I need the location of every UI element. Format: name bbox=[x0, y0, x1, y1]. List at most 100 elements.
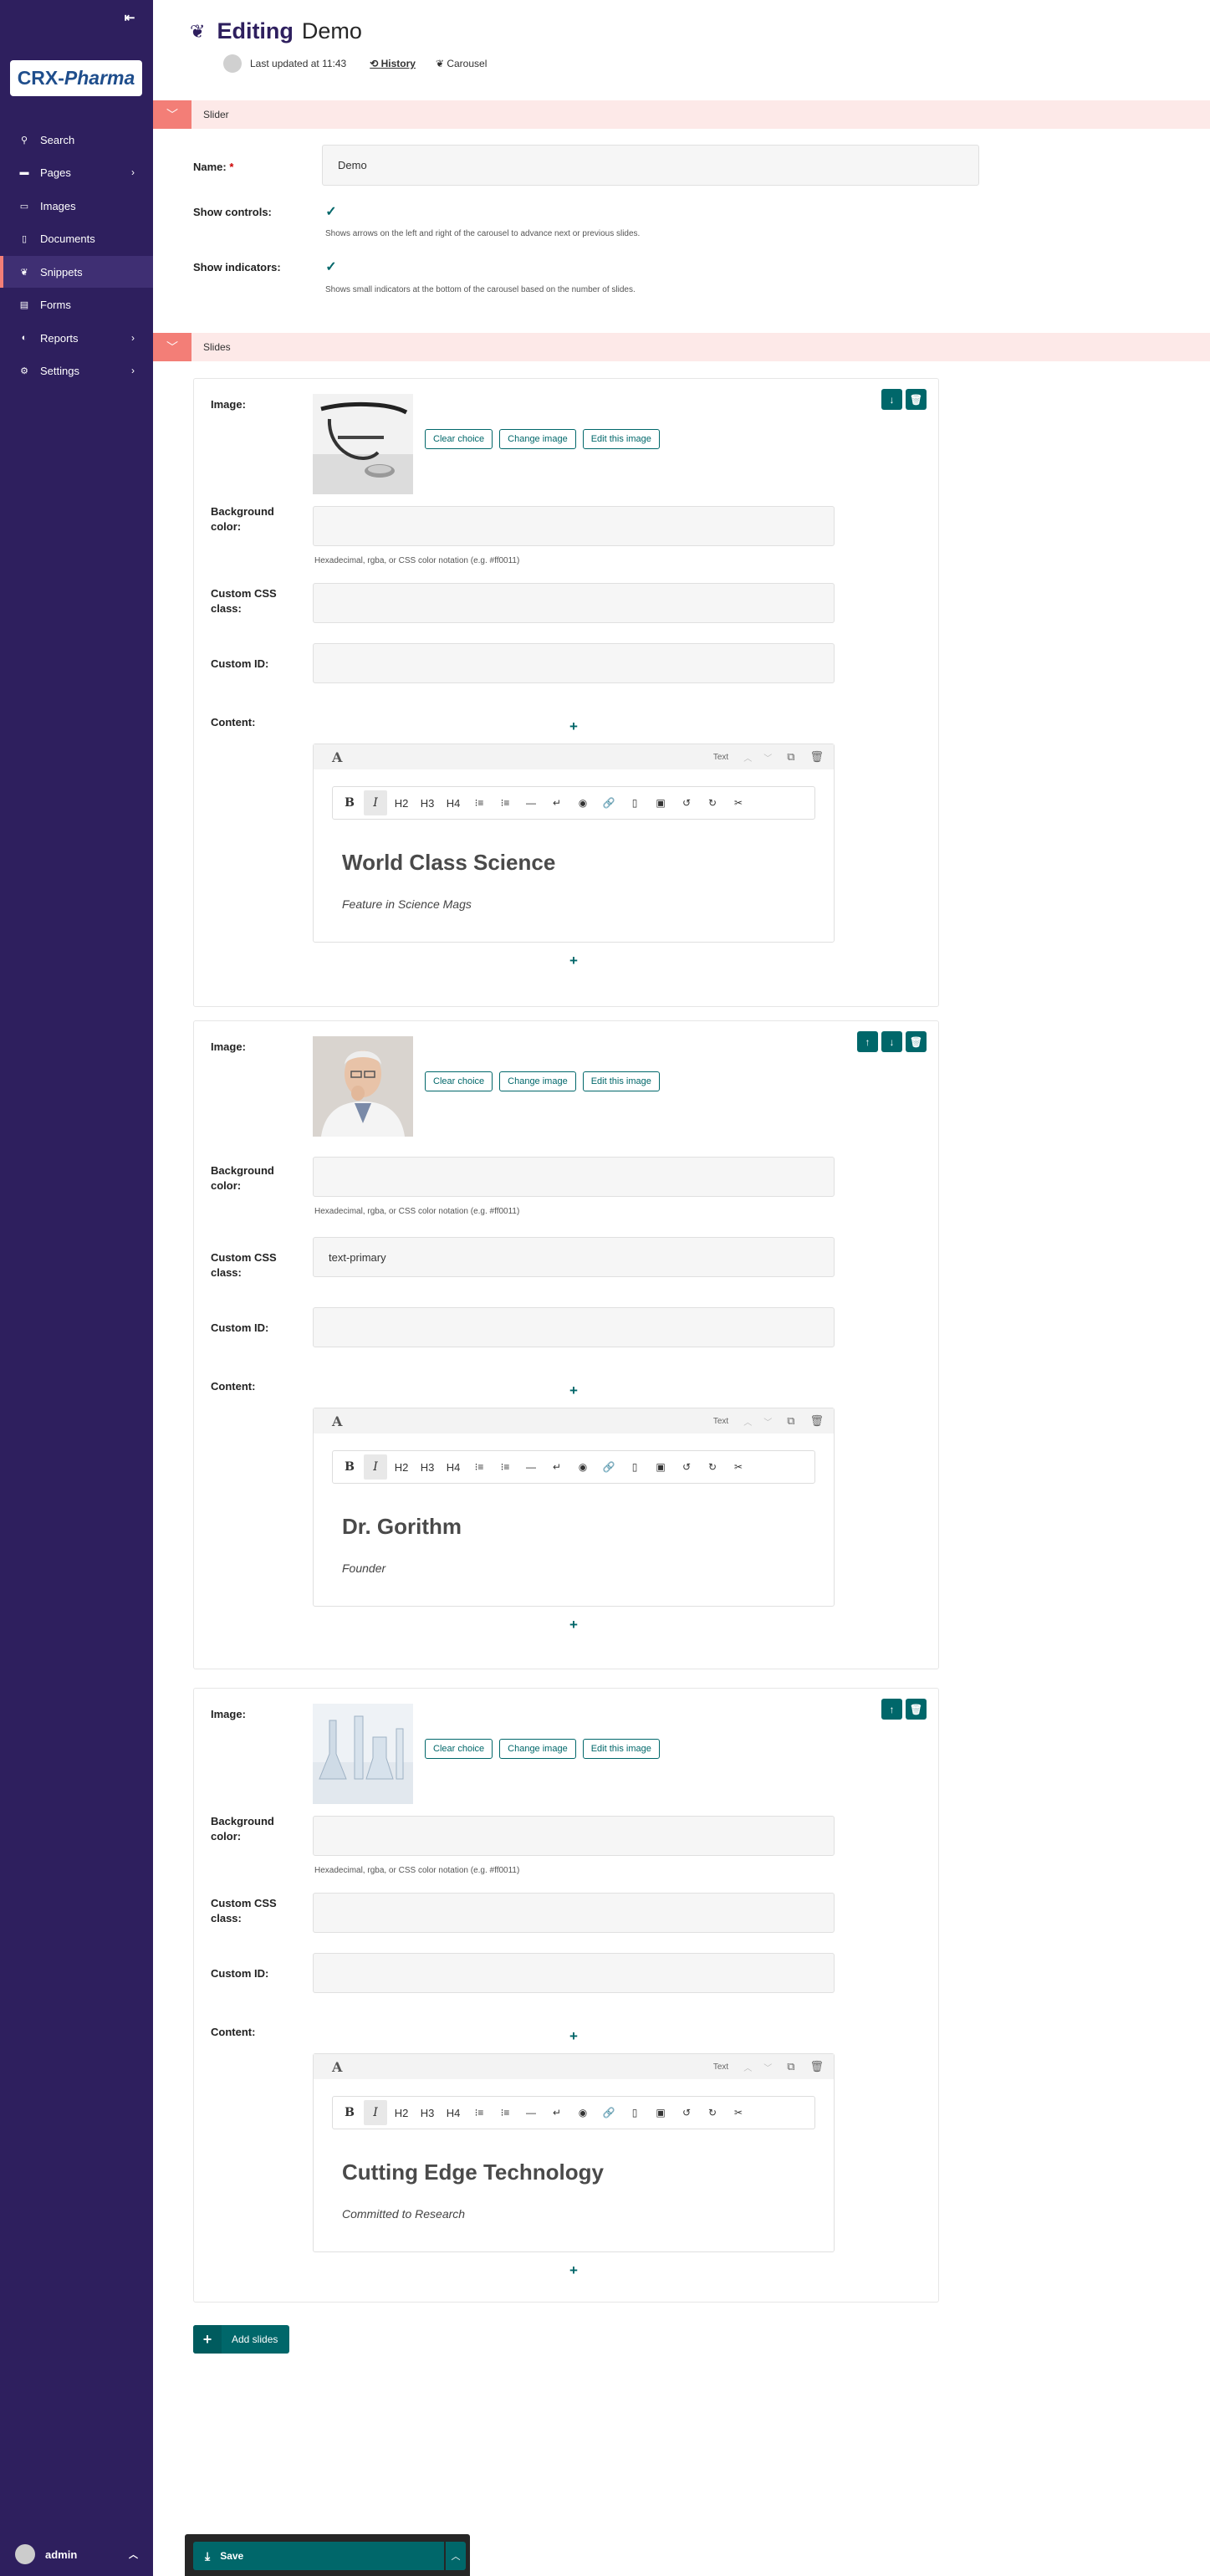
move-down-button[interactable]: ↓ bbox=[881, 389, 902, 410]
line-break-icon[interactable]: ↵ bbox=[545, 790, 569, 815]
italic-button[interactable]: I bbox=[364, 2100, 387, 2125]
image-insert-icon[interactable]: ▣ bbox=[649, 790, 672, 815]
move-down-button[interactable]: ↓ bbox=[881, 1031, 902, 1052]
h2-button[interactable]: H2 bbox=[390, 790, 413, 815]
ordered-list-icon[interactable]: ⁝≡ bbox=[467, 2100, 491, 2125]
content-heading[interactable]: Dr. Gorithm bbox=[342, 1514, 462, 1540]
change-image-button[interactable]: Change image bbox=[499, 1739, 576, 1759]
ordered-list-icon[interactable]: ⁝≡ bbox=[467, 790, 491, 815]
show-indicators-checkbox[interactable]: ✓ bbox=[323, 259, 340, 276]
redo-icon[interactable]: ↻ bbox=[701, 1454, 724, 1480]
link-icon[interactable]: 🔗 bbox=[597, 790, 620, 815]
h4-button[interactable]: H4 bbox=[442, 790, 465, 815]
chevron-down-icon[interactable]: ﹀ bbox=[763, 2061, 772, 2073]
sidebar-item-images[interactable]: ▭ Images bbox=[0, 190, 153, 222]
sidebar-item-pages[interactable]: ▬ Pages › bbox=[0, 156, 153, 188]
h3-button[interactable]: H3 bbox=[416, 2100, 439, 2125]
add-block-icon[interactable]: + bbox=[565, 1617, 582, 1633]
clear-choice-button[interactable]: Clear choice bbox=[425, 1071, 493, 1091]
undo-icon[interactable]: ↺ bbox=[675, 2100, 698, 2125]
chevron-up-icon[interactable]: ︿ bbox=[743, 2061, 752, 2073]
document-link-icon[interactable]: ▯ bbox=[623, 790, 646, 815]
move-up-button[interactable]: ↑ bbox=[881, 1699, 902, 1720]
change-image-button[interactable]: Change image bbox=[499, 1071, 576, 1091]
h3-button[interactable]: H3 bbox=[416, 1454, 439, 1480]
css-class-input[interactable] bbox=[313, 1893, 835, 1933]
content-subheading[interactable]: Feature in Science Mags bbox=[342, 897, 472, 911]
chevron-up-icon[interactable]: ︿ bbox=[743, 1415, 752, 1428]
link-icon[interactable]: 🔗 bbox=[597, 2100, 620, 2125]
logo[interactable]: CRX-Pharma bbox=[10, 60, 142, 96]
bulleted-list-icon[interactable]: ⁝≡ bbox=[493, 1454, 517, 1480]
sidebar-item-reports[interactable]: ◐ Reports › bbox=[0, 322, 153, 354]
custom-id-input[interactable] bbox=[313, 1307, 835, 1347]
doctor-portrait-image[interactable] bbox=[313, 1036, 413, 1137]
ordered-list-icon[interactable]: ⁝≡ bbox=[467, 1454, 491, 1480]
add-block-icon[interactable]: + bbox=[565, 953, 582, 969]
collapse-panel-button[interactable]: ﹀ bbox=[153, 333, 191, 361]
document-link-icon[interactable]: ▯ bbox=[623, 1454, 646, 1480]
horizontal-rule-icon[interactable]: — bbox=[519, 790, 543, 815]
sidebar-item-search[interactable]: ⚲ Search bbox=[0, 124, 153, 156]
link-icon[interactable]: 🔗 bbox=[597, 1454, 620, 1480]
embed-icon[interactable]: ◉ bbox=[571, 2100, 595, 2125]
line-break-icon[interactable]: ↵ bbox=[545, 2100, 569, 2125]
show-controls-checkbox[interactable]: ✓ bbox=[323, 204, 340, 221]
italic-button[interactable]: I bbox=[364, 1454, 387, 1480]
line-break-icon[interactable]: ↵ bbox=[545, 1454, 569, 1480]
collapse-panel-button[interactable]: ﹀ bbox=[153, 100, 191, 129]
more-actions-button[interactable]: ︿ bbox=[446, 2542, 466, 2570]
custom-id-input[interactable] bbox=[313, 1953, 835, 1993]
redo-icon[interactable]: ↻ bbox=[701, 790, 724, 815]
edit-image-button[interactable]: Edit this image bbox=[582, 1739, 660, 1759]
undo-icon[interactable]: ↺ bbox=[675, 790, 698, 815]
delete-block-icon[interactable]: 🗑 bbox=[809, 750, 824, 764]
embed-icon[interactable]: ◉ bbox=[571, 1454, 595, 1480]
background-color-input[interactable] bbox=[313, 506, 835, 546]
h3-button[interactable]: H3 bbox=[416, 790, 439, 815]
clear-format-icon[interactable]: ✂ bbox=[727, 1454, 750, 1480]
duplicate-icon[interactable]: ⧉ bbox=[787, 2060, 794, 2073]
stethoscope-image[interactable] bbox=[313, 394, 413, 494]
content-subheading[interactable]: Founder bbox=[342, 1561, 385, 1575]
edit-image-button[interactable]: Edit this image bbox=[582, 429, 660, 449]
add-block-icon[interactable]: + bbox=[565, 2028, 582, 2045]
change-image-button[interactable]: Change image bbox=[499, 429, 576, 449]
move-up-button[interactable]: ↑ bbox=[857, 1031, 878, 1052]
h2-button[interactable]: H2 bbox=[390, 2100, 413, 2125]
clear-choice-button[interactable]: Clear choice bbox=[425, 429, 493, 449]
delete-block-icon[interactable]: 🗑 bbox=[809, 2060, 824, 2073]
horizontal-rule-icon[interactable]: — bbox=[519, 1454, 543, 1480]
bold-button[interactable]: B bbox=[338, 1454, 361, 1480]
delete-block-icon[interactable]: 🗑 bbox=[809, 1414, 824, 1428]
h4-button[interactable]: H4 bbox=[442, 1454, 465, 1480]
content-subheading[interactable]: Committed to Research bbox=[342, 2207, 465, 2221]
add-block-icon[interactable]: + bbox=[565, 1383, 582, 1399]
history-link[interactable]: ⟲ History bbox=[370, 58, 416, 69]
sidebar-item-documents[interactable]: ▯ Documents bbox=[0, 222, 153, 254]
chevron-down-icon[interactable]: ﹀ bbox=[763, 1415, 772, 1428]
edit-image-button[interactable]: Edit this image bbox=[582, 1071, 660, 1091]
collapse-sidebar-icon[interactable]: ⇤ bbox=[117, 10, 142, 28]
duplicate-icon[interactable]: ⧉ bbox=[787, 1414, 794, 1428]
redo-icon[interactable]: ↻ bbox=[701, 2100, 724, 2125]
bold-button[interactable]: B bbox=[338, 2100, 361, 2125]
image-insert-icon[interactable]: ▣ bbox=[649, 1454, 672, 1480]
clear-format-icon[interactable]: ✂ bbox=[727, 790, 750, 815]
content-heading[interactable]: World Class Science bbox=[342, 850, 555, 876]
background-color-input[interactable] bbox=[313, 1816, 835, 1856]
bulleted-list-icon[interactable]: ⁝≡ bbox=[493, 2100, 517, 2125]
custom-id-input[interactable] bbox=[313, 643, 835, 683]
add-slides-button[interactable]: + Add slides bbox=[193, 2325, 290, 2354]
sidebar-item-settings[interactable]: ⚙ Settings › bbox=[0, 355, 153, 386]
bulleted-list-icon[interactable]: ⁝≡ bbox=[493, 790, 517, 815]
embed-icon[interactable]: ◉ bbox=[571, 790, 595, 815]
bold-button[interactable]: B bbox=[338, 790, 361, 815]
delete-button[interactable]: 🗑 bbox=[906, 1031, 927, 1052]
undo-icon[interactable]: ↺ bbox=[675, 1454, 698, 1480]
css-class-input[interactable] bbox=[313, 583, 835, 623]
background-color-input[interactable] bbox=[313, 1157, 835, 1197]
italic-button[interactable]: I bbox=[364, 790, 387, 815]
content-heading[interactable]: Cutting Edge Technology bbox=[342, 2159, 604, 2185]
clear-choice-button[interactable]: Clear choice bbox=[425, 1739, 493, 1759]
